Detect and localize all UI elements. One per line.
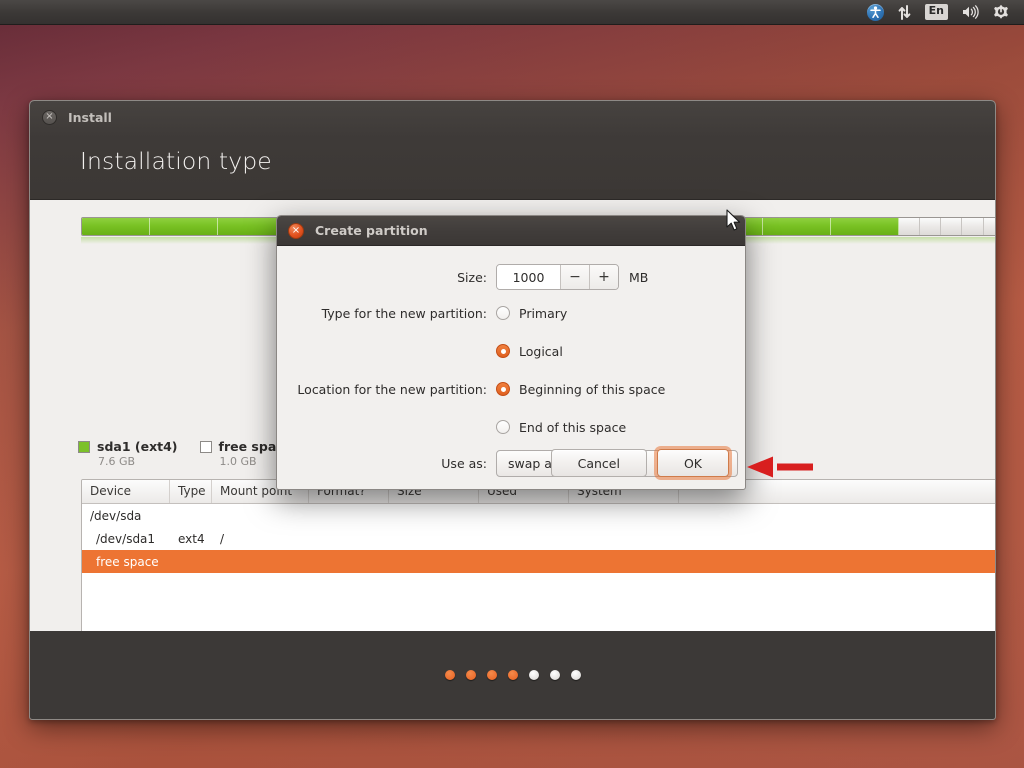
partition-bar-segment-sda1 <box>150 218 219 235</box>
system-menu-icon[interactable] <box>986 0 1016 25</box>
create-partition-dialog: × Create partition Size: 1000 − + MB Typ… <box>276 215 746 490</box>
partition-bar-segment-sda1 <box>82 218 151 235</box>
radio-end-label: End of this space <box>519 419 627 435</box>
partition-legend: sda1 (ext4) 7.6 GB free space 1.0 GB <box>78 439 292 468</box>
dialog-actions: Cancel OK <box>550 449 729 477</box>
type-label: Type for the new partition: <box>321 305 487 321</box>
progress-dot <box>465 670 476 680</box>
progress-dot <box>444 670 455 680</box>
table-cell-mount: / <box>220 531 225 546</box>
table-row[interactable]: /dev/sda <box>82 504 995 527</box>
radio-beginning-indicator <box>496 382 510 396</box>
radio-logical-indicator <box>496 344 510 358</box>
size-row: Size: 1000 − + MB <box>277 264 745 290</box>
table-row[interactable]: free space <box>82 550 995 573</box>
dialog-titlebar: × Create partition <box>277 216 745 246</box>
size-label: Size: <box>457 269 487 285</box>
window-titlebar: × Install <box>30 101 995 133</box>
radio-logical[interactable]: Logical <box>496 336 563 366</box>
progress-dot <box>486 670 497 680</box>
dialog-close-icon[interactable]: × <box>288 222 304 239</box>
table-column-header[interactable]: Device <box>82 480 170 503</box>
type-row-primary: Type for the new partition: Primary <box>277 298 745 328</box>
radio-primary-indicator <box>496 306 510 320</box>
progress-dot <box>549 670 560 680</box>
partition-bar-segment-sda1 <box>762 218 831 235</box>
size-input[interactable]: 1000 <box>497 265 560 289</box>
radio-beginning[interactable]: Beginning of this space <box>496 374 665 404</box>
legend-top: sda1 (ext4) <box>78 439 178 454</box>
page-title: Installation type <box>80 147 272 175</box>
partition-bar-segment-free <box>898 218 920 235</box>
table-cell-device: /dev/sda <box>90 508 142 523</box>
window-header: × Install Installation type <box>30 101 995 200</box>
keyboard-layout-label: En <box>924 4 948 20</box>
progress-dot <box>507 670 518 680</box>
ok-button[interactable]: OK <box>656 449 729 477</box>
progress-dot <box>570 670 581 680</box>
table-row[interactable]: /dev/sda1 ext4 / <box>82 527 995 550</box>
size-stepper[interactable]: 1000 − + <box>496 264 619 290</box>
top-panel: En <box>0 0 1024 25</box>
partition-bar-segment-free <box>962 218 984 235</box>
legend-label: sda1 (ext4) <box>97 439 178 454</box>
table-cell-device: /dev/sda1 <box>96 531 156 546</box>
size-decrement-button[interactable]: − <box>560 265 589 289</box>
progress-dot <box>528 670 539 680</box>
accessibility-icon[interactable] <box>860 0 891 25</box>
radio-primary-label: Primary <box>519 305 568 321</box>
volume-icon[interactable] <box>955 0 986 25</box>
location-row-beginning: Location for the new partition: Beginnin… <box>277 374 745 404</box>
keyboard-layout-indicator[interactable]: En <box>918 0 955 25</box>
table-column-header[interactable]: Type <box>170 480 212 503</box>
type-row-logical: Logical <box>277 336 745 366</box>
use-as-label: Use as: <box>441 456 487 471</box>
radio-end[interactable]: End of this space <box>496 412 626 442</box>
location-row-end: End of this space <box>277 412 745 442</box>
size-increment-button[interactable]: + <box>589 265 618 289</box>
partition-bar-segment-free <box>919 218 942 235</box>
cancel-button[interactable]: Cancel <box>550 449 647 477</box>
network-icon[interactable] <box>891 0 918 25</box>
legend-item: sda1 (ext4) 7.6 GB <box>78 439 178 468</box>
progress-dots <box>444 670 581 680</box>
size-field: 1000 − + MB <box>496 264 648 290</box>
table-cell-type: ext4 <box>178 531 205 546</box>
radio-primary[interactable]: Primary <box>496 298 567 328</box>
desktop-background: En × Install Installation type sda1 (ext… <box>0 0 1024 768</box>
partition-bar-segment-sda1 <box>830 218 899 235</box>
dialog-title: Create partition <box>315 223 428 238</box>
legend-swatch-icon <box>78 440 90 453</box>
accessibility-glyph <box>866 3 884 21</box>
radio-end-indicator <box>496 420 510 434</box>
close-icon[interactable]: × <box>42 109 57 125</box>
partition-bar-segment-free <box>941 218 963 235</box>
location-label: Location for the new partition: <box>297 381 487 397</box>
legend-size: 7.6 GB <box>98 455 136 468</box>
table-body: /dev/sda/dev/sda1 ext4 / free space <box>82 504 995 573</box>
size-unit-label: MB <box>629 269 649 285</box>
radio-beginning-label: Beginning of this space <box>519 381 666 397</box>
radio-logical-label: Logical <box>519 343 563 359</box>
table-cell-device: free space <box>96 554 159 569</box>
partition-bar-segment-free <box>983 218 995 235</box>
window-footer <box>30 631 995 719</box>
legend-swatch-icon <box>199 440 212 453</box>
dialog-body: Size: 1000 − + MB Type for the new parti… <box>277 246 745 489</box>
window-title: Install <box>68 109 112 125</box>
